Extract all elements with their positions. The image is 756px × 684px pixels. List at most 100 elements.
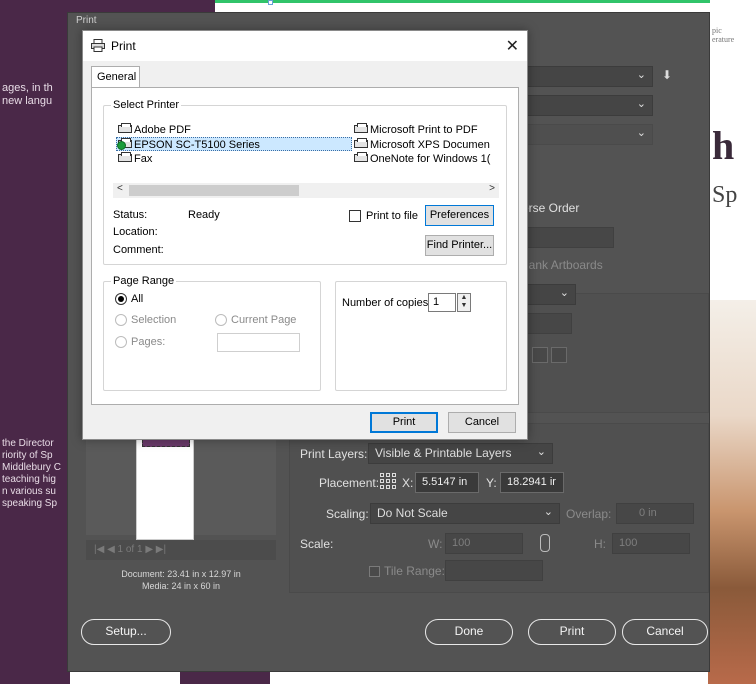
decrement-icon[interactable]: ▼ [458,302,470,310]
printer-onenote[interactable]: OneNote for Windows 1( [353,152,503,166]
ppd-select[interactable]: ⌄ [508,124,653,145]
chevron-down-icon: ⌄ [636,127,646,139]
save-preset-icon[interactable]: ⬇ [662,68,678,84]
printer-name: EPSON SC-T5100 Series [134,139,260,151]
range-pages-label: Pages: [131,336,166,348]
setup-button[interactable]: Setup... [81,619,171,645]
scale-width-field[interactable]: 100 [445,533,523,554]
print-button[interactable]: Print [528,619,616,645]
constrain-proportions-icon[interactable] [540,534,550,552]
printer-icon [353,152,369,163]
print-to-file-checkbox[interactable] [349,210,361,222]
copies-stepper[interactable]: ▲ ▼ [457,293,471,312]
dialog-title: Print [111,39,136,53]
scale-label: Scale: [300,537,334,551]
scroll-left-icon[interactable]: < [117,183,123,194]
close-icon[interactable]: ✕ [506,36,519,56]
chevron-down-icon: ⌄ [536,446,546,458]
media-size-text: Media: 24 in x 60 in [141,581,221,591]
background-subheading: Sp [712,182,738,208]
print-to-file-label: Print to file [366,210,418,222]
pages-input[interactable] [217,333,300,352]
chevron-down-icon: ⌄ [636,69,646,81]
scaling-select[interactable]: Do Not Scale ⌄ [370,503,560,524]
dialog-cancel-button[interactable]: Cancel [448,412,516,433]
comment-label: Comment: [113,244,164,256]
copies-input[interactable]: 1 [428,293,456,312]
range-current-page-label: Current Page [231,314,297,326]
find-printer-button[interactable]: Find Printer... [425,235,494,256]
dialog-titlebar[interactable]: Print ✕ [83,31,527,61]
increment-icon[interactable]: ▲ [458,294,470,302]
placement-y-field[interactable]: 18.2941 ir [500,472,564,493]
location-label: Location: [113,226,158,238]
page-navigation[interactable]: |◀ ◀ 1 of 1 ▶ ▶| [86,540,276,560]
w-label: W: [428,537,443,551]
printer-icon [91,39,105,52]
printer-select[interactable]: ⌄ [508,95,653,116]
printer-list-scrollbar[interactable]: < > [113,183,499,198]
printer-adobe-pdf[interactable]: Adobe PDF [117,123,191,137]
copies-label: Number of copies: [342,297,432,309]
printer-fax[interactable]: Fax [117,152,152,166]
printer-icon [117,138,133,150]
background-text-top: ages, in th new langu [2,82,53,107]
status-label: Status: [113,209,148,221]
chevron-down-icon: ⌄ [559,287,569,299]
tile-range-label: Tile Range: [384,564,445,578]
selection-handle[interactable] [268,0,273,5]
tile-range-field[interactable] [445,560,543,581]
printer-name: Fax [134,153,153,165]
tile-range-checkbox[interactable] [369,566,380,577]
scroll-right-icon[interactable]: > [489,183,495,194]
range-current-page-radio[interactable] [215,314,227,326]
print-preview-page [136,428,194,540]
printer-preset-select[interactable]: ⌄ [508,66,653,87]
range-selection-radio[interactable] [115,314,127,326]
placement-label: Placement: [319,476,380,490]
range-selection-label: Selection [131,314,177,326]
h-label: H: [594,537,606,551]
preferences-button[interactable]: Preferences [425,205,494,226]
background-artboard-bottom [180,672,270,684]
windows-print-dialog: Print ✕ General Select Printer Adobe PDF… [82,30,528,440]
chevron-down-icon: ⌄ [543,506,553,518]
printer-microsoft-print-to-pdf[interactable]: Microsoft Print to PDF [353,123,478,137]
background-right-text: pic erature [712,26,735,44]
print-layers-select[interactable]: Visible & Printable Layers ⌄ [368,443,553,464]
placement-reference-icon[interactable] [380,473,396,489]
cancel-button[interactable]: Cancel [622,619,708,645]
selection-guide-line [215,0,710,3]
background-text-mid: the Director riority of Sp Middlebury C … [2,438,61,509]
overlap-field[interactable]: 0 in [616,503,694,524]
fax-icon [117,152,133,163]
dialog-print-button[interactable]: Print [370,412,438,433]
select-printer-label: Select Printer [111,99,182,111]
y-label: Y: [486,476,497,490]
status-value: Ready [188,209,220,221]
range-pages-radio[interactable] [115,336,127,348]
printer-name: Microsoft Print to PDF [370,124,478,136]
printer-epson[interactable]: EPSON SC-T5100 Series [116,137,352,151]
printer-icon [353,123,369,134]
placement-x-field[interactable]: 5.5147 in [415,472,479,493]
page-range-label: Page Range [111,275,177,287]
tab-general[interactable]: General [91,66,140,88]
landscape-orientation-icon[interactable] [551,347,567,363]
printer-name: Adobe PDF [134,124,191,136]
done-button[interactable]: Done [425,619,513,645]
chevron-down-icon: ⌄ [636,98,646,110]
scale-height-field[interactable]: 100 [612,533,690,554]
printer-icon [117,123,133,134]
range-all-label: All [131,293,144,305]
print-layers-value: Visible & Printable Layers [375,446,512,460]
default-printer-check-icon [117,141,126,150]
x-label: X: [402,476,414,490]
range-all-radio[interactable] [115,293,127,305]
printer-name: OneNote for Windows 1( [370,153,491,165]
scrollbar-thumb[interactable] [129,185,299,196]
printer-microsoft-xps[interactable]: Microsoft XPS Documen [353,138,503,152]
scaling-label: Scaling: [326,507,369,521]
background-artboard-strip [70,0,215,12]
portrait-orientation-icon[interactable] [532,347,548,363]
